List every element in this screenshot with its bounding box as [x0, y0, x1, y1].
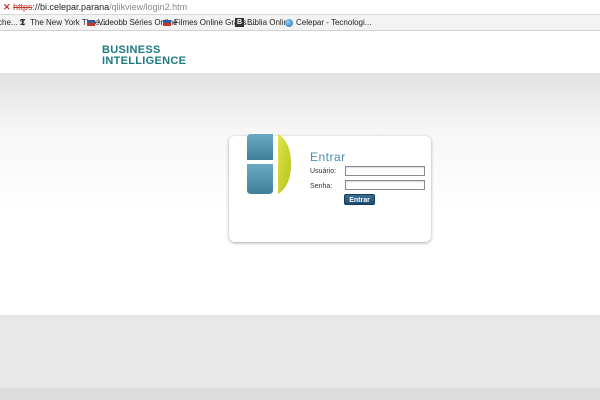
nyt-icon: 𝕿 [19, 17, 26, 27]
url-host: bi.celepar.parana [40, 2, 110, 12]
qlik-logo-icon [247, 134, 291, 194]
url-separator: :// [32, 2, 41, 12]
bookmark-item[interactable]: B Bíblia Online [235, 17, 292, 28]
password-label: Senha: [310, 183, 333, 190]
globe-icon [285, 18, 293, 27]
bookmarks-bar: che... 𝕿 The New York Time... Videobb Sé… [0, 15, 600, 31]
bible-icon: B [235, 18, 244, 27]
address-bar[interactable]: ✕ https://bi.celepar.parana/qlikview/log… [0, 0, 600, 15]
lower-band [0, 315, 600, 388]
username-input[interactable] [345, 166, 425, 176]
url-text[interactable]: https://bi.celepar.parana/qlikview/login… [13, 1, 187, 13]
insecure-warning-icon: ✕ [3, 2, 11, 12]
brand-title: BUSINESS INTELLIGENCE [102, 45, 186, 67]
flag-icon [87, 19, 95, 26]
login-card: Entrar Usuário: Senha: Entrar [229, 134, 431, 242]
bookmark-item[interactable]: Celepar - Tecnologi... [285, 17, 371, 28]
submit-button[interactable]: Entrar [344, 194, 375, 205]
login-title: Entrar [310, 150, 346, 164]
brand-line-2: INTELLIGENCE [102, 55, 187, 67]
bookmark-item[interactable]: che... [0, 17, 18, 28]
bookmark-label: Celepar - Tecnologi... [296, 18, 372, 27]
footer-band [0, 388, 600, 400]
page-header: BUSINESS INTELLIGENCE [0, 31, 600, 73]
password-input[interactable] [345, 180, 425, 190]
flag-icon [163, 19, 171, 26]
username-label: Usuário: [310, 168, 337, 175]
url-scheme: https [13, 2, 33, 12]
bookmark-label: che... [0, 18, 18, 27]
url-path: /qlikview/login2.htm [109, 2, 188, 12]
